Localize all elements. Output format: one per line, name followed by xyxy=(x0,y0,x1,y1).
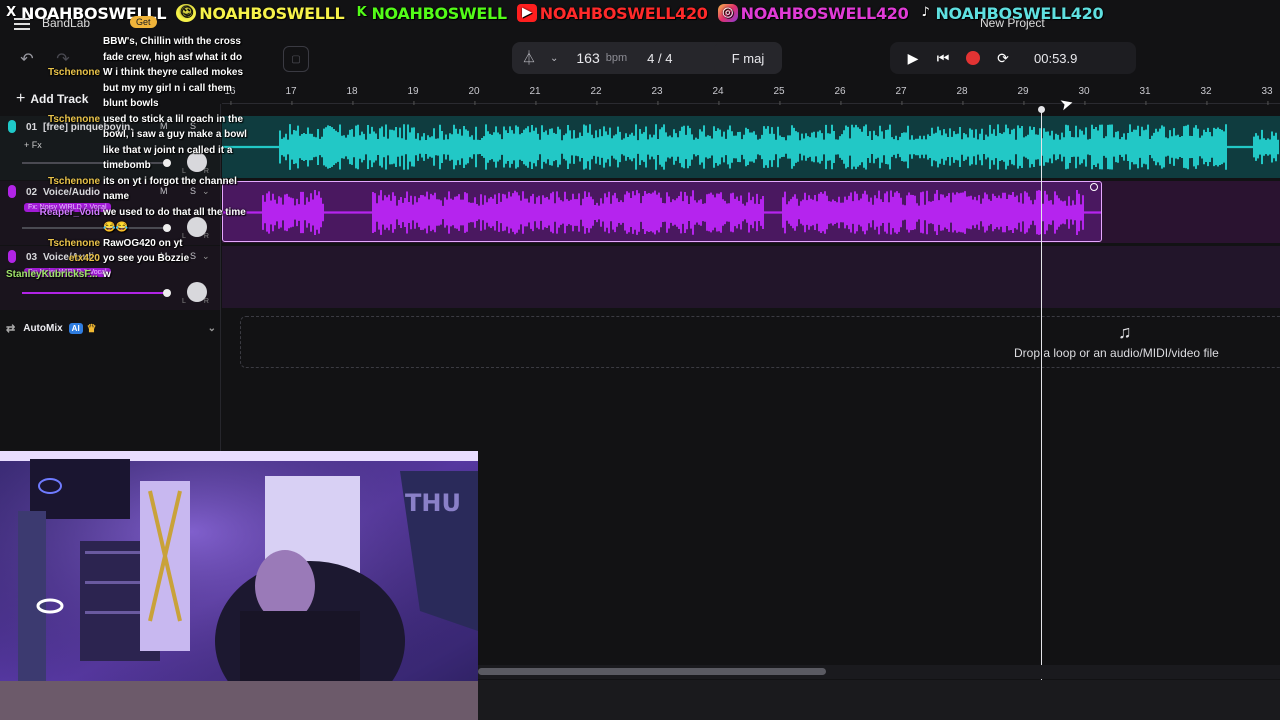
mic-icon xyxy=(8,120,16,133)
automix-label: AutoMix xyxy=(23,322,63,334)
youtube-handle: ▶ NOAHBOSWELL420 xyxy=(516,4,708,23)
menu-hamburger-icon[interactable] xyxy=(14,18,30,30)
time-display: 00:53.9 xyxy=(1034,50,1078,66)
playhead[interactable] xyxy=(1041,110,1042,680)
ruler-bar-24: 24 xyxy=(712,86,724,105)
ruler-bar-31: 31 xyxy=(1139,86,1151,105)
audio-clip-2[interactable] xyxy=(222,181,1102,242)
track-number: 02 xyxy=(26,187,38,198)
timeline-ruler[interactable]: 16 17 18 19 20 21 22 23 24 25 26 27 28 29 30 31 32 33 xyxy=(222,82,1280,105)
track-header-2[interactable]: 02 Voice/Audio M S ⌄ Fx: Noisy WIRLD 2 V… xyxy=(0,181,220,245)
track-header-3[interactable]: 03 Voice/Audio M S ⌄ Fx: Noisy WIRLD 2 V… xyxy=(0,246,220,310)
get-membership-badge[interactable]: Get xyxy=(130,16,157,28)
chat-text: but my my girl n i call them xyxy=(103,82,232,94)
chevron-down-icon[interactable]: ⌄ xyxy=(208,323,216,334)
scrollbar-thumb[interactable] xyxy=(478,668,826,675)
fx-tag[interactable]: Fx: Noisy WIRLD 2 Vocal xyxy=(24,203,111,212)
drop-zone-text: Drop a loop or an audio/MIDI/video file xyxy=(1014,346,1219,360)
transport-controls: ▶ ⏮ ⟳ 00:53.9 xyxy=(890,42,1136,74)
ruler-bar-16: 16 xyxy=(224,86,236,105)
mic-icon xyxy=(8,185,16,198)
ruler-bar-19: 19 xyxy=(407,86,419,105)
chevron-down-icon[interactable]: ⌄ xyxy=(550,53,558,64)
volume-slider[interactable] xyxy=(22,224,171,232)
undo-icon[interactable]: ↶ xyxy=(14,46,40,72)
volume-slider[interactable] xyxy=(22,289,171,297)
track-name[interactable]: Voice/Audio xyxy=(43,187,133,198)
track-lane-1[interactable] xyxy=(222,116,1280,178)
waveform-2 xyxy=(223,190,1101,235)
bandlab-brand[interactable]: BandLab xyxy=(42,16,90,30)
kick-logo-icon: K xyxy=(356,5,367,20)
metronome-icon[interactable]: ⏃ xyxy=(522,48,540,68)
ruler-bar-32: 32 xyxy=(1200,86,1212,105)
automix-row[interactable]: ⇄ AutoMix AI ♛ ⌄ xyxy=(6,320,216,336)
ruler-bar-28: 28 xyxy=(956,86,968,105)
toolbar: ↶ ↷ ▢ ⏃ ⌄ 163 bpm 4 / 4 F maj ▶ ⏮ ⟳ 00:5… xyxy=(0,30,1280,82)
snapchat-handle: ☺ NOAHBOSWELLL xyxy=(176,4,345,23)
bpm-unit: bpm xyxy=(605,52,628,64)
track-name[interactable]: [free] pinqueboyin... xyxy=(43,122,133,133)
time-signature[interactable]: 4 / 4 xyxy=(647,51,672,66)
skip-back-icon[interactable]: ⏮ xyxy=(928,43,958,73)
loop-icon[interactable]: ⟳ xyxy=(988,43,1018,73)
ruler-bar-25: 25 xyxy=(773,86,785,105)
webcam-feed: THU xyxy=(0,451,478,720)
ruler-bar-33: 33 xyxy=(1261,86,1273,105)
add-fx-button[interactable]: + Fx xyxy=(24,140,42,150)
chevron-down-icon[interactable]: ⌄ xyxy=(202,186,210,197)
mute-solo-buttons[interactable]: M S xyxy=(160,121,206,131)
ruler-bar-27: 27 xyxy=(895,86,907,105)
ruler-bar-30: 30 xyxy=(1078,86,1090,105)
instagram-handle: ◎ NOAHBOSWELL420 xyxy=(717,4,909,23)
project-title[interactable]: New Project xyxy=(980,16,1045,30)
chevron-down-icon[interactable]: ⌄ xyxy=(202,251,210,262)
clip-loop-handle[interactable] xyxy=(1090,183,1098,191)
play-icon[interactable]: ▶ xyxy=(898,43,928,73)
crown-icon: ♛ xyxy=(86,322,97,335)
mute-solo-buttons[interactable]: M S xyxy=(160,186,206,196)
volume-slider[interactable] xyxy=(22,159,171,167)
chat-text: blunt bowls xyxy=(103,98,159,109)
bpm-value[interactable]: 163 xyxy=(576,50,599,66)
waveform-1 xyxy=(222,124,1279,170)
mic-icon xyxy=(8,250,16,263)
fx-tag[interactable]: Fx: Noisy WIRLD 2 Vocal xyxy=(24,268,111,277)
social-banner: X NOAHBOSWELLL ☺ NOAHBOSWELLL K NOAHBOSWELL… xyxy=(0,0,1280,26)
ruler-bar-26: 26 xyxy=(834,86,846,105)
mute-solo-buttons[interactable]: M S xyxy=(160,251,206,261)
instagram-camera-icon: ◎ xyxy=(717,4,738,22)
key-selector[interactable]: F maj xyxy=(714,42,782,74)
ruler-bar-21: 21 xyxy=(529,86,541,105)
track-number: 01 xyxy=(26,122,38,133)
ruler-bar-17: 17 xyxy=(285,86,297,105)
redo-icon[interactable]: ↷ xyxy=(50,46,76,72)
webcam-scene: THU xyxy=(0,451,478,720)
automix-icon: ⇄ xyxy=(6,322,16,335)
record-icon[interactable] xyxy=(958,43,988,73)
ruler-bar-18: 18 xyxy=(346,86,358,105)
youtube-play-icon: ▶ xyxy=(516,4,537,22)
add-track-button[interactable]: + Add Track xyxy=(16,90,88,108)
snapchat-ghost-icon: ☺ xyxy=(176,4,197,22)
tiktok-note-icon: ♪ xyxy=(921,5,930,20)
bottom-bar xyxy=(478,680,1280,720)
track-lane-3[interactable] xyxy=(222,246,1280,308)
track-header-1[interactable]: 01 [free] pinqueboyin... M S + Fx LR xyxy=(0,116,220,180)
ai-badge: AI xyxy=(68,322,83,334)
snap-grid-icon[interactable]: ▢ xyxy=(283,46,309,72)
ruler-bar-22: 22 xyxy=(590,86,602,105)
kick-handle: K NOAHBOSWELL xyxy=(354,4,508,23)
track-number: 03 xyxy=(26,252,38,263)
plus-icon: + xyxy=(16,90,26,107)
ruler-bar-29: 29 xyxy=(1017,86,1029,105)
music-note-plus-icon: ♫ xyxy=(1118,322,1132,342)
ruler-bar-20: 20 xyxy=(468,86,480,105)
svg-text:THU: THU xyxy=(405,489,461,517)
ruler-bar-23: 23 xyxy=(651,86,663,105)
track-name[interactable]: Voice/Audio xyxy=(43,252,133,263)
